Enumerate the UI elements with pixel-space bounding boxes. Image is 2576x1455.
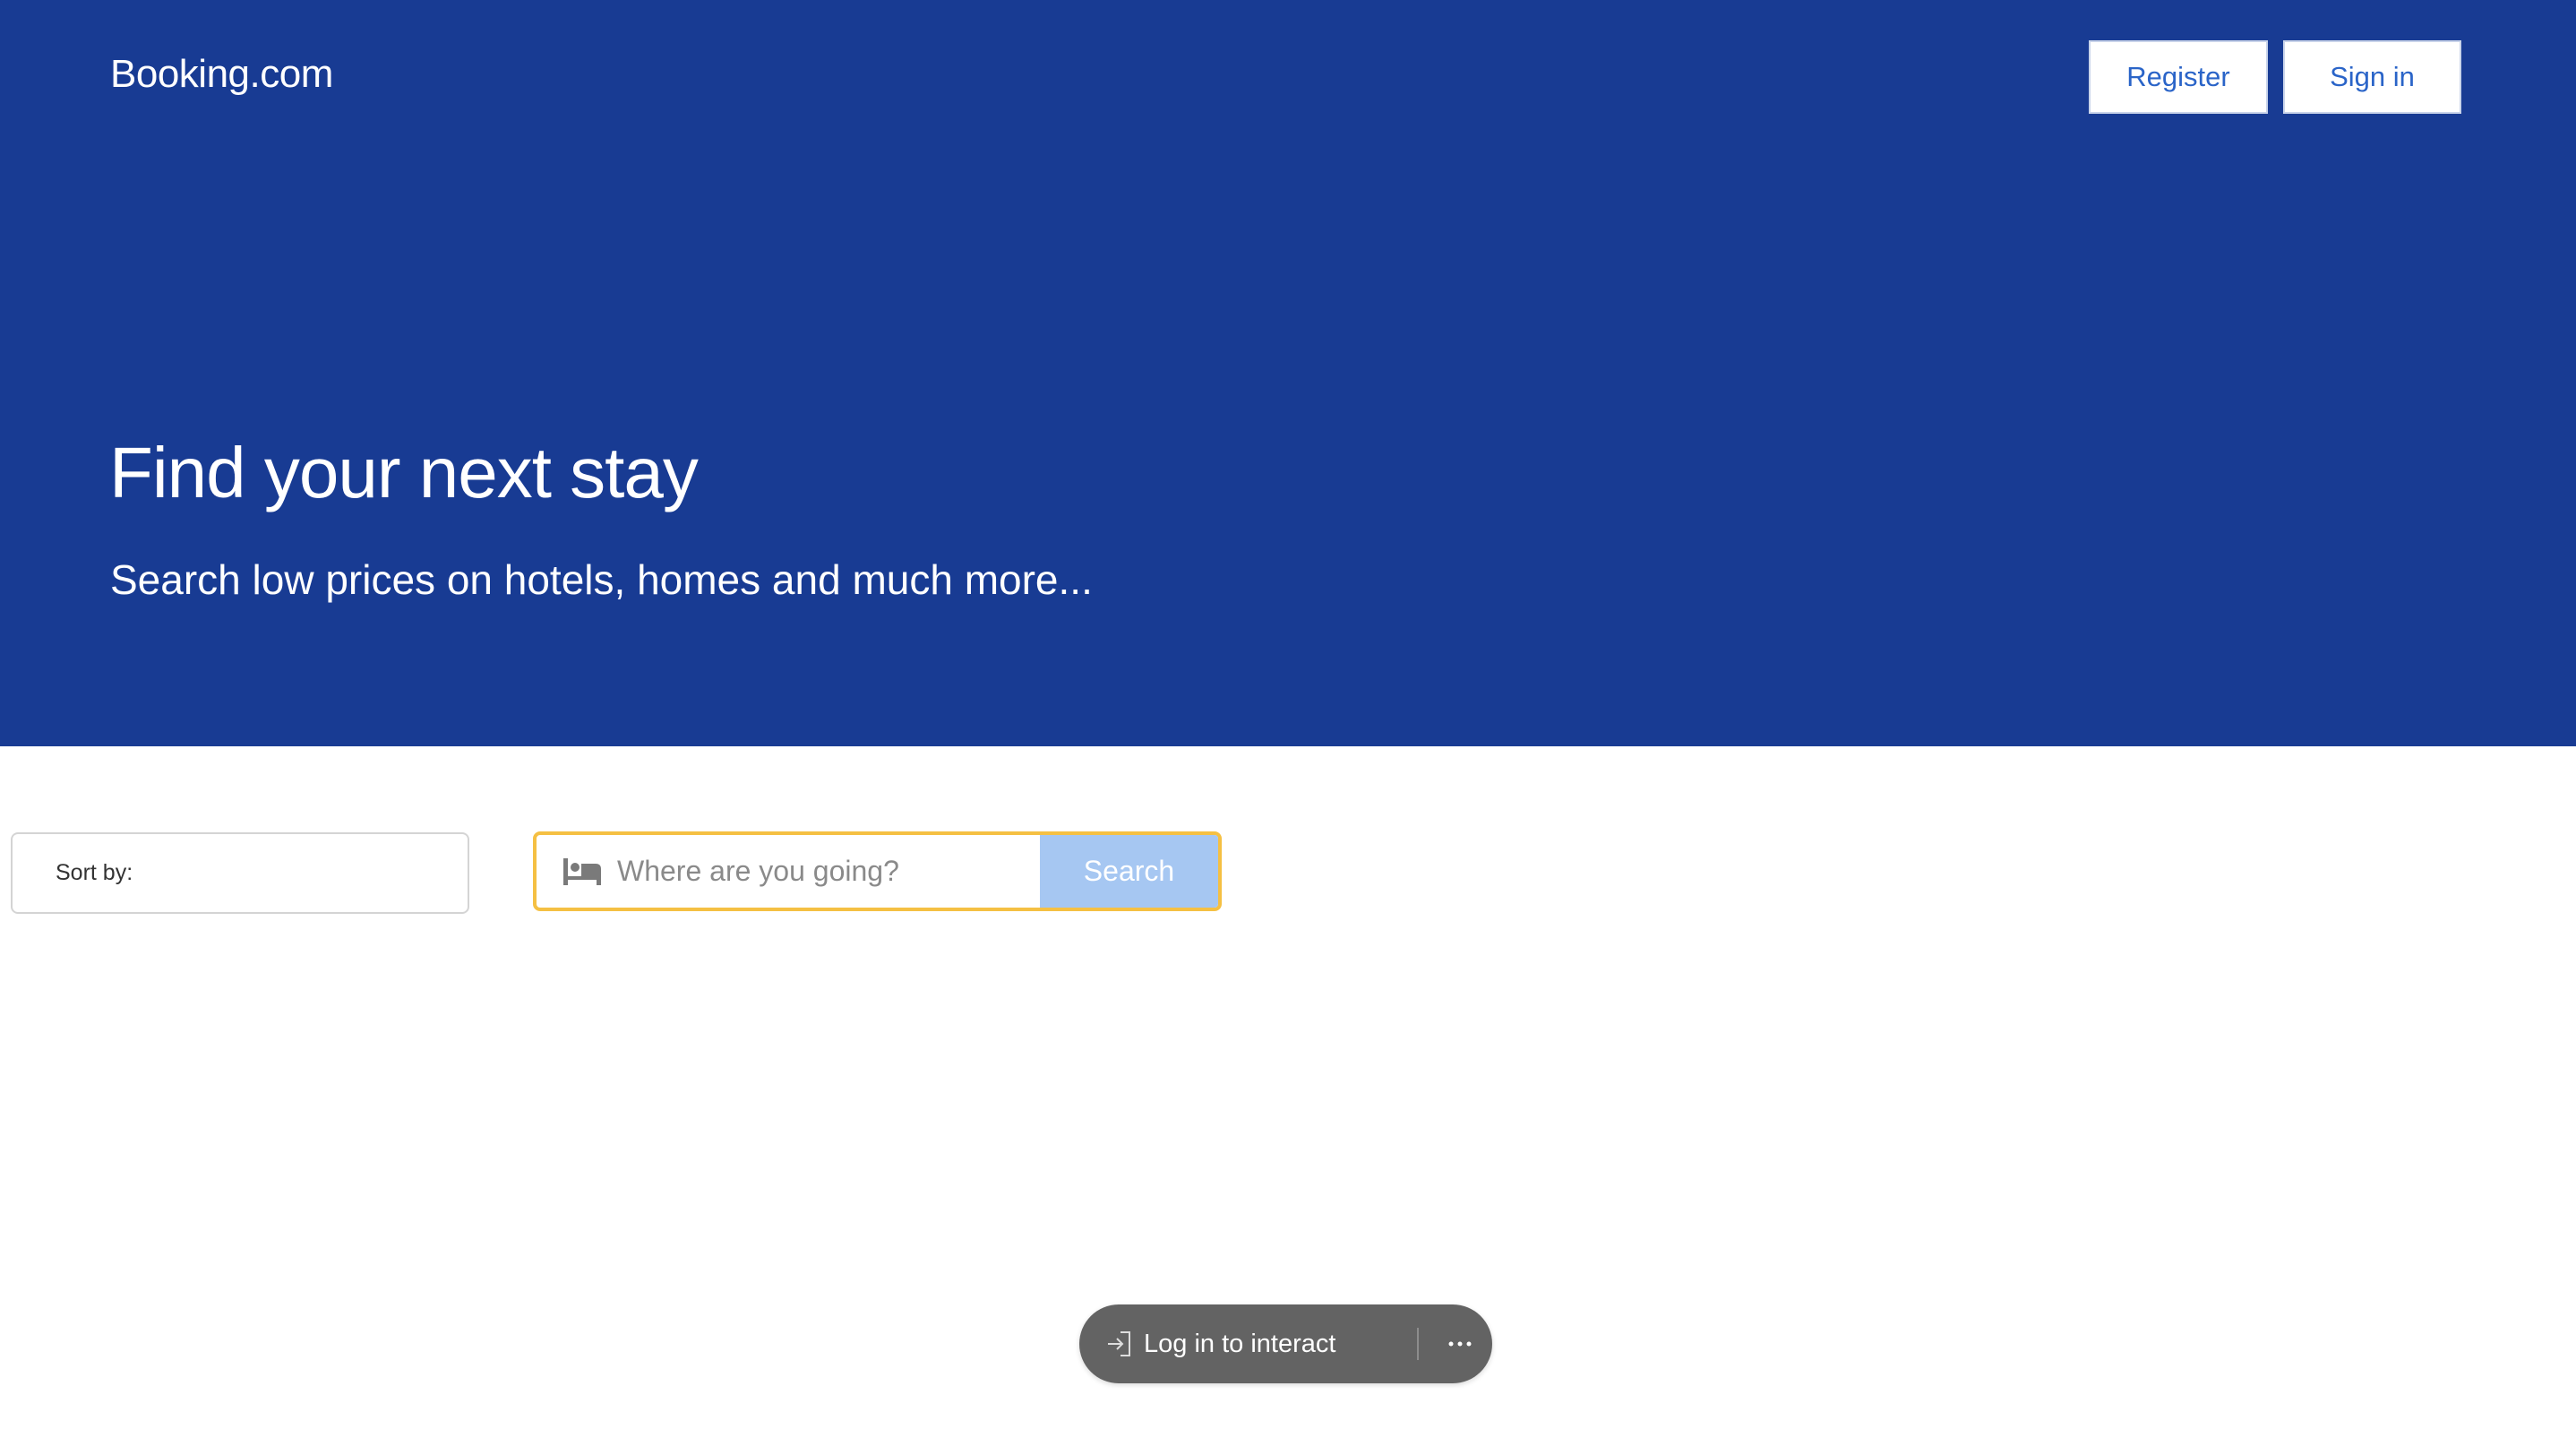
- login-overlay-pill: Log in to interact: [1079, 1304, 1492, 1383]
- destination-field[interactable]: [537, 835, 1040, 908]
- sort-by-label: Sort by:: [56, 860, 133, 885]
- login-arrow-icon: [1108, 1331, 1130, 1356]
- destination-input[interactable]: [615, 854, 1009, 889]
- pill-divider: [1417, 1328, 1419, 1360]
- bed-icon: [563, 857, 601, 885]
- more-horizontal-icon[interactable]: [1442, 1326, 1478, 1362]
- hero-title: Find your next stay: [109, 433, 699, 512]
- register-button[interactable]: Register: [2089, 40, 2268, 114]
- search-button[interactable]: Search: [1040, 835, 1218, 908]
- hero-subtitle: Search low prices on hotels, homes and m…: [110, 556, 1093, 603]
- search-bar: Search: [533, 831, 1222, 911]
- sort-by-dropdown[interactable]: Sort by:: [11, 832, 469, 914]
- booking-logo[interactable]: Booking.com: [110, 52, 333, 97]
- hero-banner: Booking.com Register Sign in Find your n…: [0, 0, 2576, 746]
- login-to-interact-button[interactable]: Log in to interact: [1144, 1330, 1335, 1359]
- sign-in-button[interactable]: Sign in: [2283, 40, 2461, 114]
